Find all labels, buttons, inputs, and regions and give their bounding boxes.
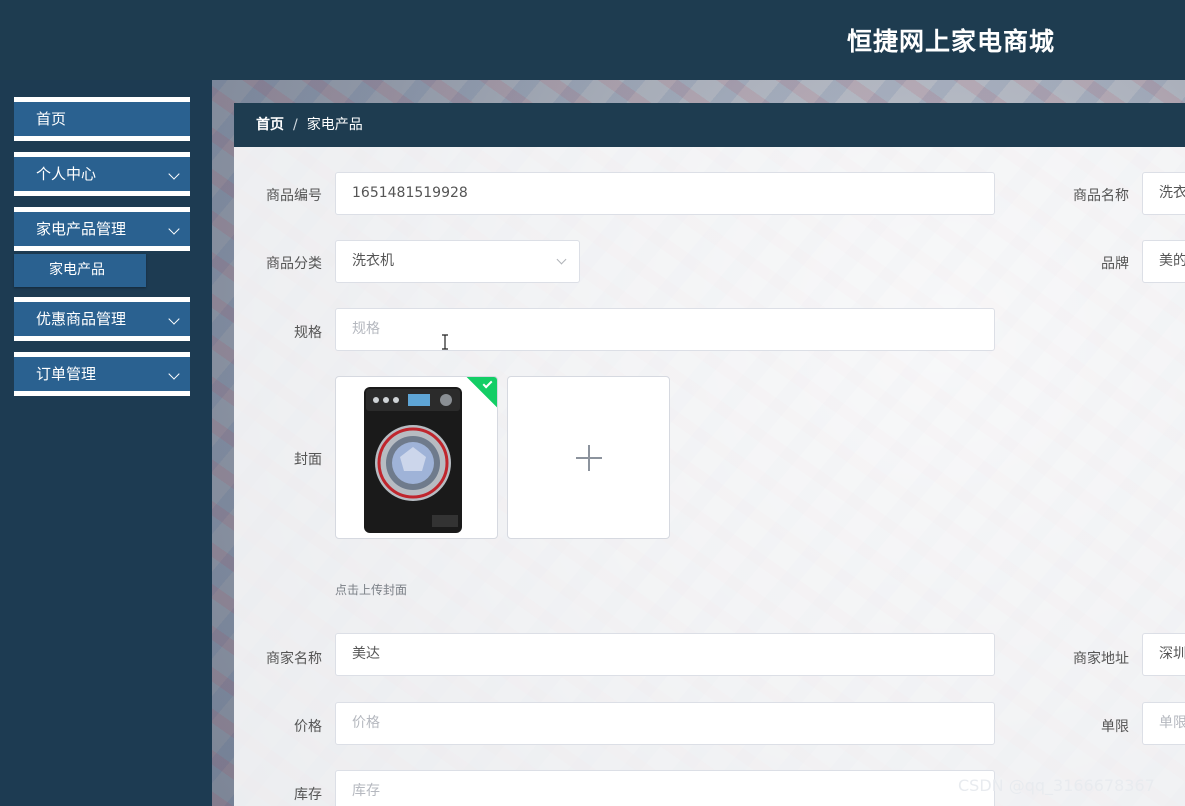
sidebar-item-label: 订单管理 [36, 365, 97, 383]
chevron-down-icon [168, 368, 180, 380]
breadcrumb-home[interactable]: 首页 [256, 117, 284, 133]
cover-thumbnail[interactable] [335, 376, 498, 539]
product-code-input[interactable]: 1651481519928 [335, 172, 995, 215]
limit-input[interactable]: 单限 [1142, 702, 1185, 745]
merchant-name-input[interactable]: 美达 [335, 633, 995, 676]
breadcrumb-current: 家电产品 [306, 117, 363, 133]
sidebar-item-label: 个人中心 [36, 165, 97, 183]
brand-label: 品牌 [1101, 256, 1129, 272]
brand-input[interactable]: 美的 [1142, 240, 1185, 283]
chevron-down-icon [168, 168, 180, 180]
product-name-input[interactable]: 洗衣 [1142, 172, 1185, 215]
sidebar-item-personal-center[interactable]: 个人中心 [14, 152, 190, 196]
main-content: 首页 / 家电产品 商品编号 1651481519928 商品名称 洗衣 商品分类 … [212, 80, 1185, 806]
cover-label: 封面 [294, 452, 322, 468]
category-select[interactable]: 洗衣机 [335, 240, 580, 283]
price-label: 价格 [294, 719, 322, 735]
price-input[interactable]: 价格 [335, 702, 995, 745]
breadcrumb: 首页 / 家电产品 [234, 103, 1185, 147]
product-name-label: 商品名称 [1073, 188, 1129, 204]
chevron-down-icon [168, 223, 180, 235]
sidebar-item-appliance-management[interactable]: 家电产品管理 [14, 207, 190, 251]
breadcrumb-separator: / [293, 117, 298, 133]
sidebar-item-label: 家电产品管理 [36, 220, 127, 238]
sidebar-item-order-management[interactable]: 订单管理 [14, 352, 190, 396]
sidebar-item-home[interactable]: 首页 [14, 97, 190, 141]
stock-label: 库存 [294, 787, 322, 803]
washing-machine-image [364, 387, 462, 533]
watermark: CSDN @qq_3166678367 [958, 776, 1155, 795]
sidebar-item-label: 首页 [36, 110, 67, 128]
cover-upload-button[interactable] [507, 376, 670, 539]
merchant-address-label: 商家地址 [1073, 651, 1129, 667]
sidebar: 首页 个人中心 家电产品管理 家电产品 优惠商品管理 订单管理 [0, 80, 212, 806]
top-header: 恒捷网上家电商城 [0, 0, 1185, 80]
stock-input[interactable]: 库存 [335, 770, 995, 806]
product-code-label: 商品编号 [266, 188, 322, 204]
spec-input[interactable]: 规格 [335, 308, 995, 351]
limit-label: 单限 [1101, 719, 1129, 735]
category-label: 商品分类 [266, 256, 322, 272]
merchant-name-label: 商家名称 [266, 651, 322, 667]
cover-upload-hint: 点击上传封面 [335, 583, 408, 597]
merchant-address-input[interactable]: 深圳 [1142, 633, 1185, 676]
text-cursor-icon [442, 334, 448, 350]
chevron-down-icon [168, 313, 180, 325]
spec-label: 规格 [294, 325, 322, 341]
app-title: 恒捷网上家电商城 [847, 27, 1056, 56]
sidebar-subitem-appliance-products[interactable]: 家电产品 [14, 254, 146, 287]
sidebar-item-discount-management[interactable]: 优惠商品管理 [14, 297, 190, 341]
sidebar-item-label: 优惠商品管理 [36, 310, 127, 328]
category-select-value: 洗衣机 [352, 253, 394, 269]
select-arrow-icon [556, 254, 567, 265]
